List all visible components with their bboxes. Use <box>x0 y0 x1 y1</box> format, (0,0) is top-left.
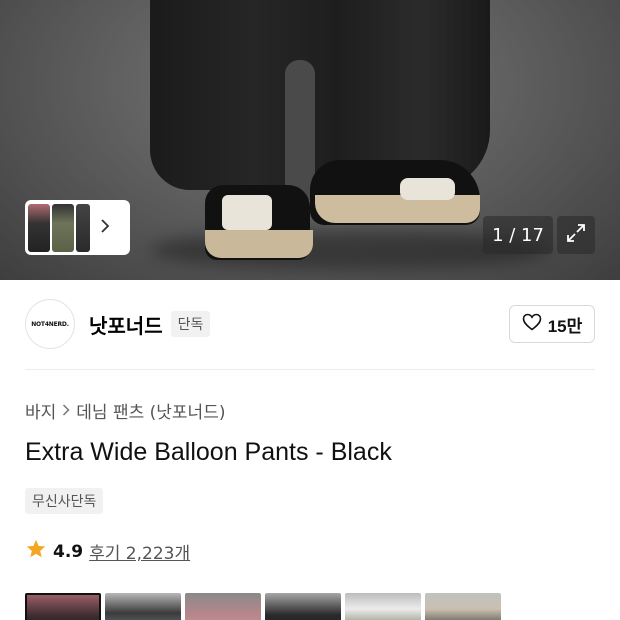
like-button[interactable]: 15만 <box>509 305 595 343</box>
right-shoe-laces <box>400 178 455 200</box>
pants-leg-gap <box>285 60 315 200</box>
gallery-thumb[interactable] <box>425 593 501 620</box>
gallery-thumb[interactable] <box>185 593 261 620</box>
exclusive-tag: 단독 <box>170 311 211 337</box>
chevron-right-icon <box>100 218 110 237</box>
image-counter: 1 / 17 <box>483 216 553 254</box>
color-variant-strip[interactable] <box>25 200 130 255</box>
review-count-link[interactable]: 후기 2,223개 <box>89 539 190 564</box>
left-shoe-sole <box>205 230 313 258</box>
gallery-thumb[interactable] <box>105 593 181 620</box>
gallery-thumb[interactable] <box>345 593 421 620</box>
heart-outline-icon <box>522 313 542 336</box>
rating-row: 4.9 후기 2,223개 <box>25 538 190 565</box>
product-title: Extra Wide Balloon Pants - Black <box>25 438 392 466</box>
gallery-thumb-selected[interactable] <box>25 593 101 620</box>
star-icon <box>25 538 47 565</box>
variant-thumb <box>52 203 74 252</box>
left-shoe-laces <box>222 195 272 230</box>
product-hero-image[interactable]: 1 / 17 <box>0 0 620 280</box>
brand-row: NOT4NERD. 낫포너드 단독 15만 <box>25 298 595 350</box>
gallery-thumb[interactable] <box>265 593 341 620</box>
musinsa-exclusive-badge: 무신사단독 <box>25 488 104 514</box>
brand-name[interactable]: 낫포너드 <box>89 310 163 339</box>
expand-icon <box>565 222 587 248</box>
like-count: 15만 <box>547 316 583 336</box>
expand-button[interactable] <box>557 216 595 254</box>
variant-thumb <box>76 203 90 252</box>
breadcrumb-item-pants[interactable]: 바지 <box>25 398 56 423</box>
rating-score: 4.9 <box>53 541 84 562</box>
divider <box>25 369 595 370</box>
brand-logo[interactable]: NOT4NERD. <box>25 299 75 349</box>
breadcrumb-item-denim[interactable]: 데님 팬츠 (낫포너드) <box>76 398 225 423</box>
breadcrumb: 바지 데님 팬츠 (낫포너드) <box>25 398 225 423</box>
image-gallery <box>25 593 501 620</box>
chevron-right-icon <box>62 402 70 420</box>
right-shoe-sole <box>315 195 480 223</box>
variant-thumb <box>28 203 50 252</box>
